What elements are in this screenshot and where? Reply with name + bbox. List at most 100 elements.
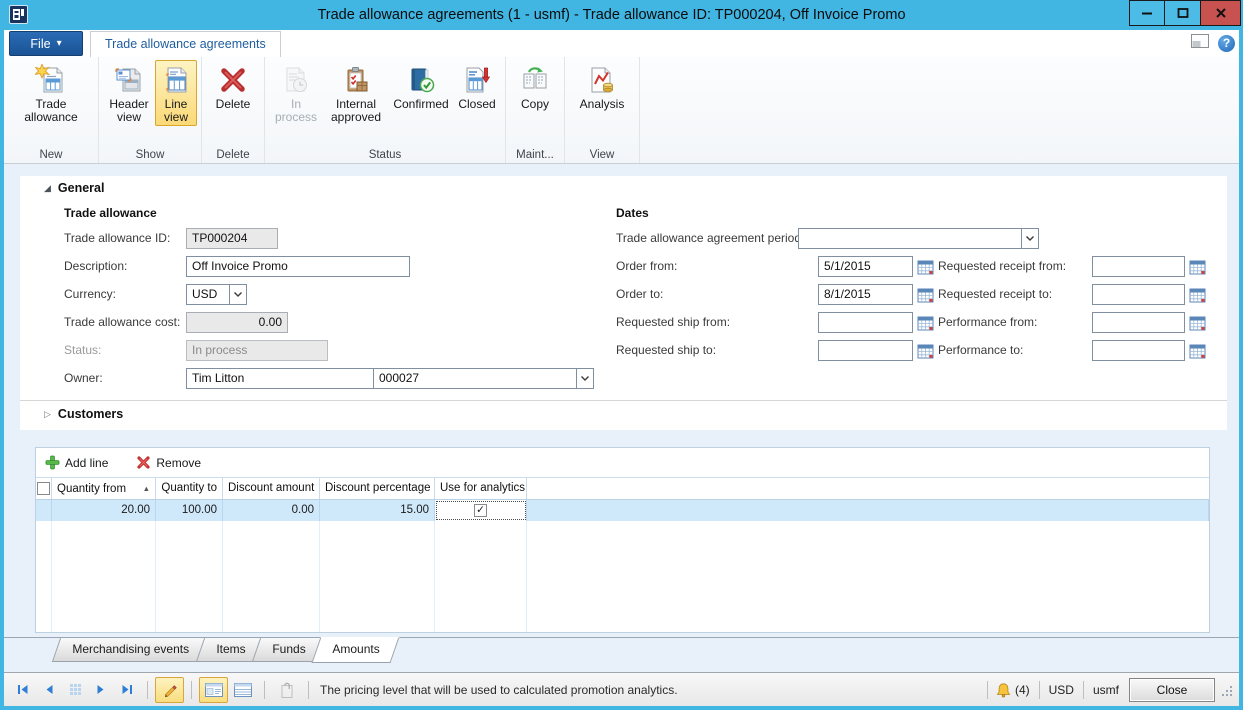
column-header-quantity-from[interactable]: Quantity from ▲ <box>52 478 156 499</box>
requested-ship-from-field[interactable] <box>818 312 913 333</box>
performance-from-field[interactable] <box>1092 312 1185 333</box>
general-section-header[interactable]: ◢ General <box>44 181 104 195</box>
requested-ship-to-calendar-button[interactable] <box>916 341 935 360</box>
cell-discount-amount[interactable]: 0.00 <box>223 500 320 521</box>
nav-grid-button[interactable] <box>62 679 88 701</box>
attachments-button[interactable] <box>272 677 301 703</box>
requested-receipt-to-calendar-button[interactable] <box>1188 285 1207 304</box>
order-from-calendar-button[interactable] <box>916 257 935 276</box>
ribbon-group-label-status: Status <box>265 149 505 161</box>
notifications-button[interactable]: (4) <box>995 682 1032 698</box>
trade-allowance-button[interactable]: Trade allowance <box>12 60 90 126</box>
requested-receipt-to-field[interactable] <box>1092 284 1185 305</box>
tab-amounts[interactable]: Amounts <box>312 637 400 663</box>
cell-use-for-analytics[interactable]: ✓ <box>435 500 527 521</box>
requested-receipt-from-calendar-button[interactable] <box>1188 257 1207 276</box>
file-button[interactable]: File ▾ <box>9 31 83 56</box>
tab-trade-allowance-agreements[interactable]: Trade allowance agreements <box>90 31 281 58</box>
description-field[interactable]: Off Invoice Promo <box>186 256 410 277</box>
line-view-button[interactable]: Line view <box>155 60 197 126</box>
row-select-cell[interactable] <box>36 500 52 521</box>
trade-allowance-id-field[interactable]: TP000204 <box>186 228 278 249</box>
maximize-button[interactable] <box>1165 0 1201 26</box>
select-all-checkbox[interactable] <box>37 482 50 495</box>
line-view-icon <box>160 64 192 96</box>
order-from-label: Order from: <box>616 256 677 277</box>
chevron-down-icon <box>233 291 243 298</box>
minimize-button[interactable] <box>1129 0 1165 26</box>
nav-previous-button[interactable] <box>36 679 62 701</box>
form-view-icon <box>205 683 223 697</box>
requested-ship-to-field[interactable] <box>818 340 913 361</box>
statusbar-separator <box>264 681 265 699</box>
in-process-button[interactable]: In process <box>269 60 323 126</box>
grid-view-button[interactable] <box>228 677 257 703</box>
nav-next-button[interactable] <box>88 679 114 701</box>
column-header-filler <box>527 478 1209 499</box>
currency-indicator[interactable]: USD <box>1047 683 1076 697</box>
owner-name-field[interactable]: Tim Litton <box>186 368 374 389</box>
notification-count: (4) <box>1013 683 1032 697</box>
column-header-discount-amount[interactable]: Discount amount <box>223 478 320 499</box>
trade-allowance-cost-field[interactable]: 0.00 <box>186 312 288 333</box>
confirmed-button[interactable]: Confirmed <box>389 60 453 112</box>
layout-panes-button[interactable] <box>1191 34 1209 52</box>
closed-button[interactable]: Closed <box>453 60 501 112</box>
copy-button[interactable]: Copy <box>514 60 556 112</box>
order-to-field[interactable]: 8/1/2015 <box>818 284 913 305</box>
empty-col-line <box>435 521 527 632</box>
owner-dropdown-button[interactable] <box>576 368 594 389</box>
agreement-period-field[interactable] <box>798 228 1022 249</box>
cell-quantity-to[interactable]: 100.00 <box>156 500 223 521</box>
pencil-icon <box>162 682 178 698</box>
order-from-field[interactable]: 5/1/2015 <box>818 256 913 277</box>
delete-button[interactable]: Delete <box>211 60 256 112</box>
dates-subheader: Dates <box>616 206 649 220</box>
nav-first-button[interactable] <box>10 679 36 701</box>
titlebar: Trade allowance agreements (1 - usmf) - … <box>0 0 1243 30</box>
trade-allowance-subheader: Trade allowance <box>64 206 157 220</box>
currency-dropdown-button[interactable] <box>229 284 247 305</box>
customers-section-title: Customers <box>58 407 123 421</box>
agreement-period-label: Trade allowance agreement period: <box>616 228 804 249</box>
performance-to-calendar-button[interactable] <box>1188 341 1207 360</box>
currency-field[interactable]: USD <box>186 284 230 305</box>
cell-quantity-from[interactable]: 20.00 <box>52 500 156 521</box>
chevron-down-icon <box>1025 235 1035 242</box>
requested-ship-from-calendar-button[interactable] <box>916 313 935 332</box>
empty-col-line <box>320 521 435 632</box>
help-button[interactable]: ? <box>1218 35 1235 52</box>
tab-items-label: Items <box>201 638 260 660</box>
column-header-discount-percentage[interactable]: Discount percentage <box>320 478 435 499</box>
header-view-button[interactable]: Header view <box>103 60 155 126</box>
column-header-quantity-to[interactable]: Quantity to <box>156 478 223 499</box>
order-to-label: Order to: <box>616 284 663 305</box>
close-form-button[interactable]: Close <box>1129 678 1215 702</box>
add-line-button[interactable]: Add line <box>45 455 108 470</box>
remove-button[interactable]: Remove <box>136 455 201 470</box>
requested-receipt-from-field[interactable] <box>1092 256 1185 277</box>
resize-grip[interactable] <box>1221 685 1233 700</box>
form-view-button[interactable] <box>199 677 228 703</box>
nav-last-button[interactable] <box>114 679 140 701</box>
column-header-use-for-analytics[interactable]: Use for analytics <box>435 478 527 499</box>
general-section: ◢ General Trade allowance Trade allowanc… <box>20 176 1227 430</box>
table-row[interactable]: 20.00 100.00 0.00 15.00 ✓ <box>36 500 1209 521</box>
performance-to-field[interactable] <box>1092 340 1185 361</box>
tab-merchandising-events[interactable]: Merchandising events <box>52 638 209 662</box>
order-to-calendar-button[interactable] <box>916 285 935 304</box>
close-button[interactable] <box>1201 0 1241 26</box>
agreement-period-dropdown-button[interactable] <box>1021 228 1039 249</box>
internal-approved-button[interactable]: Internal approved <box>323 60 389 126</box>
grid-empty-area[interactable] <box>36 521 1209 632</box>
performance-from-calendar-button[interactable] <box>1188 313 1207 332</box>
cell-discount-percentage[interactable]: 15.00 <box>320 500 435 521</box>
edit-record-button[interactable] <box>155 677 184 703</box>
use-for-analytics-checkbox[interactable]: ✓ <box>474 504 487 517</box>
ribbon-group-label-maintain: Maint... <box>506 149 564 161</box>
owner-id-field[interactable]: 000027 <box>373 368 577 389</box>
customers-section-header[interactable]: ▷ Customers <box>44 407 123 421</box>
closed-icon <box>461 64 493 96</box>
analysis-button[interactable]: Analysis <box>575 60 630 112</box>
company-indicator[interactable]: usmf <box>1091 683 1121 697</box>
